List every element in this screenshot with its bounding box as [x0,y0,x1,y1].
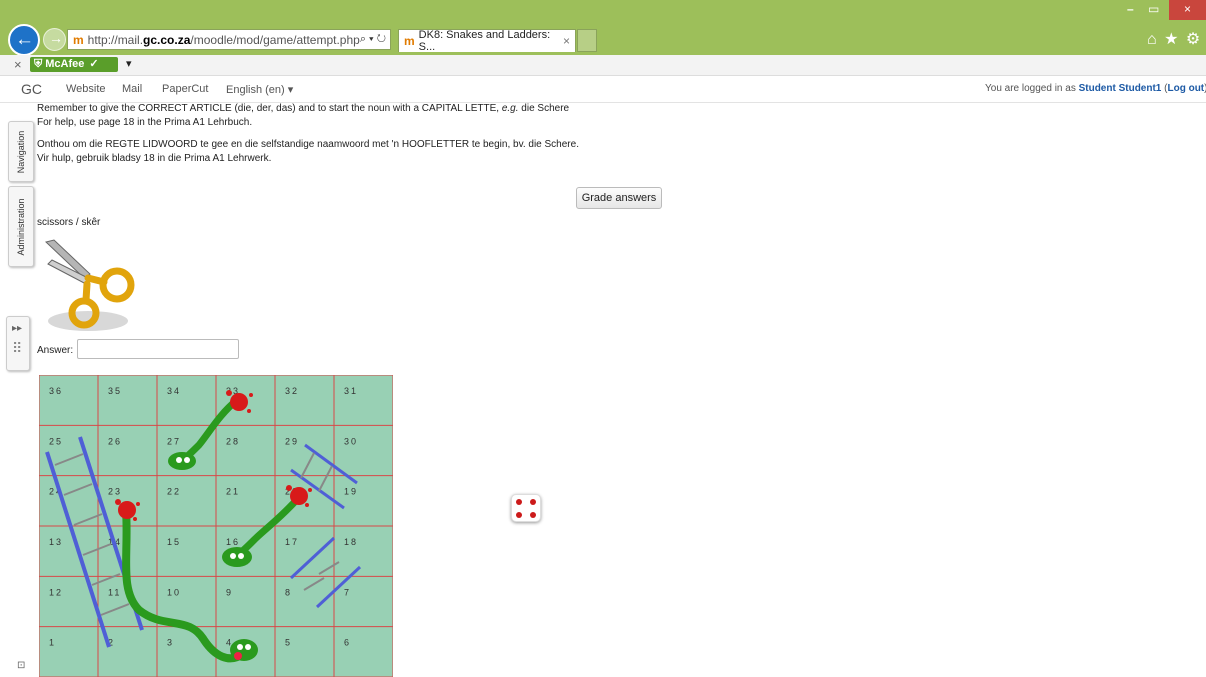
maximize-button[interactable]: ▭ [1148,2,1159,16]
board-cell-number: 5 [285,638,292,648]
board-cell-number: 36 [49,386,63,396]
minimize-button[interactable]: – [1127,2,1134,16]
board-cell-number: 26 [108,436,122,446]
login-user-link[interactable]: Student Student1 [1079,83,1162,94]
moodle-favicon: m [404,34,415,48]
board-cell-number: 18 [344,537,358,547]
board-cell-number: 35 [108,386,122,396]
snake-head [168,452,196,470]
logout-link[interactable]: Log out [1167,83,1204,94]
board-cell-number: 6 [344,638,351,648]
star-icon[interactable]: ★ [1164,31,1178,48]
board-cell-number: 9 [226,587,233,597]
url-domain: gc.co.za [143,32,191,47]
dock-tab-navigation[interactable]: Navigation [8,121,34,182]
snake-head [230,639,258,661]
grade-answers-button[interactable]: Grade answers [576,187,662,209]
site-logo[interactable]: GC [21,81,42,97]
dock-tab-administration[interactable]: Administration [8,186,34,267]
dock-controls[interactable]: ▸▸ ⠿ [6,316,30,371]
nav-papercut[interactable]: PaperCut [162,83,208,95]
snake-head [222,547,252,567]
instruction-en-1: Remember to give the CORRECT ARTICLE (di… [37,103,569,114]
moodle-favicon: m [73,32,84,47]
toolbar-close-icon[interactable]: × [14,57,22,72]
tab-title: DK8: Snakes and Ladders: S... [418,29,551,53]
board-cell-number: 31 [344,386,358,396]
board-cell-number: 34 [167,386,181,396]
board-cell-number: 29 [285,436,299,446]
mcafee-button[interactable]: ⛨ McAfee ✓ [30,57,118,72]
nav-mail[interactable]: Mail [122,83,142,95]
question-text: scissors / skêr [37,217,101,228]
check-icon: ✓ [89,58,99,70]
login-prefix: You are logged in as [985,83,1079,94]
instruction-en-2: For help, use page 18 in the Prima A1 Le… [37,117,253,128]
board-cell-number: 25 [49,436,63,446]
instruction-af-2: Vir hulp, gebruik bladsy 18 in die Prima… [37,153,272,164]
board-cell-number: 32 [285,386,299,396]
answer-label: Answer: [37,345,74,356]
board-cell-number: 17 [285,537,299,547]
board-cell-number: 30 [344,436,358,446]
nav-website[interactable]: Website [66,83,106,95]
forward-icon: → [49,30,63,46]
gear-icon[interactable]: ⚙ [1186,31,1200,48]
back-button[interactable]: ← [8,24,40,56]
scissors-icon [44,239,135,331]
instruction-en-1-example: die Schere [518,103,570,114]
board-cell-number: 28 [226,436,240,446]
url-prefix: http://mail. [87,32,144,47]
board-cell-number: 22 [167,487,181,497]
nav-language[interactable]: English (en) ▾ [226,83,293,96]
instruction-en-1-text: Remember to give the CORRECT ARTICLE (di… [37,103,502,114]
board-cell-number: 10 [167,587,181,597]
addon-toolbar [0,55,1206,76]
board-cell-number: 3 [167,638,174,648]
tab-close-icon[interactable]: × [563,34,570,48]
home-icon[interactable]: ⌂ [1147,31,1157,48]
search-icon[interactable]: ⌕ ▾ ↻ [360,33,386,46]
instruction-af-1: Onthou om die REGTE LIDWOORD te gee en d… [37,139,579,150]
bottom-dock-icon[interactable]: ⊡ [17,660,25,671]
board-cell-number: 12 [49,587,63,597]
instruction-en-1-eg: e.g. [501,103,519,114]
dock-tab-navigation-label: Navigation [16,130,26,173]
back-icon: ← [15,29,34,50]
board-cell-number: 23 [108,487,122,497]
board-cell-number: 27 [167,436,181,446]
url-path: /moodle/mod/game/attempt.php [190,32,360,47]
board-cell-number: 19 [344,487,358,497]
board-cell-number: 15 [167,537,181,547]
board-cell-number: 8 [285,587,292,597]
dock-grip-icon: ⠿ [12,340,23,356]
window-controls: – ▭ × [1120,0,1206,20]
new-tab[interactable] [577,29,597,52]
forward-button[interactable]: → [43,28,66,51]
answer-input[interactable] [77,339,239,359]
snakes-ladders-board: 3635343332312526272829302423222120191314… [39,375,393,677]
board-cell-number: 1 [49,638,56,648]
mcafee-shield-icon: ⛨ [34,58,43,70]
dice-icon[interactable] [511,494,541,522]
dock-tab-administration-label: Administration [16,197,26,256]
address-bar[interactable]: m http://mail. gc.co.za/moodle/mod/game/a… [67,29,391,50]
board-cell-number: 16 [226,537,240,547]
board-cell-number: 21 [226,487,240,497]
expand-dock-icon[interactable]: ▸▸ [12,323,22,334]
browser-right-icons: ⌂ ★ ⚙ [1147,29,1200,49]
login-info: You are logged in as Student Student1 (L… [985,83,1206,94]
close-window-button[interactable]: × [1169,0,1206,20]
board-cell-number: 7 [344,587,351,597]
board-cell-number: 11 [108,587,121,597]
mcafee-label: McAfee [45,58,85,70]
tab-active[interactable]: m DK8: Snakes and Ladders: S... × [398,29,576,53]
board-cell-number: 13 [49,537,63,547]
toolbar-dropdown-icon[interactable]: ▾ [126,57,132,70]
